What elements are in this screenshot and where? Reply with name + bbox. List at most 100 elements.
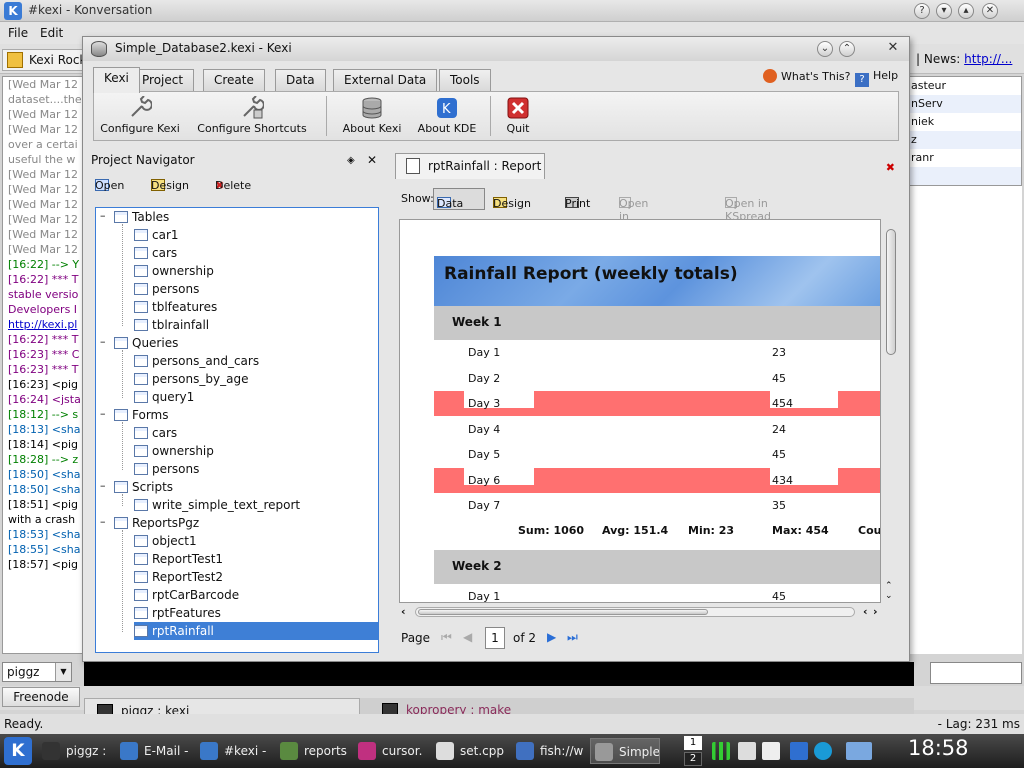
whats-this-button[interactable]: What's This? xyxy=(763,69,850,83)
vertical-scrollbar[interactable]: ⌃ ⌄ xyxy=(881,219,899,603)
tab-create[interactable]: Create xyxy=(203,69,265,91)
task-button[interactable]: #kexi - xyxy=(196,738,272,764)
tree-item[interactable]: persons xyxy=(134,460,199,478)
nick-item[interactable]: niek xyxy=(909,113,1021,131)
last-page-icon[interactable]: ⏭ xyxy=(567,630,578,645)
kde-tray-icon[interactable] xyxy=(790,742,808,760)
collapse-icon[interactable]: – xyxy=(100,335,108,348)
tree-item[interactable]: query1 xyxy=(134,388,194,406)
server-tab-freenode[interactable]: Freenode xyxy=(2,687,80,707)
scroll-up-icon[interactable]: ⌃ xyxy=(885,581,893,591)
menu-file[interactable]: File xyxy=(8,26,28,40)
desktop-2[interactable]: 2 xyxy=(684,752,702,766)
task-button[interactable]: piggz : xyxy=(38,738,114,764)
report-tab[interactable]: rptRainfall : Report xyxy=(395,153,545,179)
configure-kexi-button[interactable]: Configure Kexi xyxy=(98,96,182,140)
tree-group-reportspgz[interactable]: ReportsPgz xyxy=(114,514,199,532)
collapse-icon[interactable]: – xyxy=(100,515,108,528)
close-window-icon[interactable]: ✕ xyxy=(885,41,901,57)
desktop-1[interactable]: 1 xyxy=(684,736,702,750)
count-value: Cou xyxy=(858,524,881,537)
show-desktop-icon[interactable] xyxy=(846,742,872,760)
nick-item[interactable]: asteur xyxy=(909,77,1021,95)
collapse-icon[interactable]: – xyxy=(100,407,108,420)
tab-data[interactable]: Data xyxy=(275,69,326,91)
nick-combo[interactable]: piggz ▼ xyxy=(2,662,72,682)
system-monitor-icon[interactable] xyxy=(712,742,730,760)
tree-item[interactable]: rptRainfall xyxy=(134,622,378,640)
tree-item[interactable]: cars xyxy=(134,244,177,262)
horizontal-scrollbar[interactable]: ‹ ‹ › xyxy=(399,603,899,621)
nick-item[interactable] xyxy=(909,167,1021,185)
tree-item[interactable]: write_simple_text_report xyxy=(134,496,300,514)
tree-item[interactable]: ReportTest1 xyxy=(134,550,223,568)
tree-item[interactable]: car1 xyxy=(134,226,179,244)
channel-tab[interactable]: Kexi Rock xyxy=(2,49,94,71)
menu-edit[interactable]: Edit xyxy=(40,26,63,40)
about-kexi-button[interactable]: About Kexi xyxy=(340,96,404,140)
maximize-icon[interactable]: ▴ xyxy=(958,3,974,19)
tab-kexi[interactable]: Kexi xyxy=(93,67,140,93)
scroll-left-icon[interactable]: ‹ xyxy=(401,605,406,618)
configure-shortcuts-button[interactable]: Configure Shortcuts xyxy=(188,96,316,140)
minimize-icon[interactable]: ⌄ xyxy=(817,41,833,57)
chevron-down-icon[interactable]: ▼ xyxy=(55,663,71,681)
task-label: Simple xyxy=(619,745,660,759)
tree-item[interactable]: ownership xyxy=(134,262,214,280)
collapse-icon[interactable]: – xyxy=(100,209,108,222)
task-label: set.cpp xyxy=(460,744,504,758)
scroll-down-icon[interactable]: ⌄ xyxy=(885,591,893,601)
collapse-icon[interactable]: – xyxy=(100,479,108,492)
tree-item-label: persons_and_cars xyxy=(152,354,260,368)
minimize-icon[interactable]: ▾ xyxy=(936,3,952,19)
quit-button[interactable]: Quit xyxy=(498,96,538,140)
scroll-thumb[interactable] xyxy=(418,609,708,615)
tree-item[interactable]: rptCarBarcode xyxy=(134,586,239,604)
help-button[interactable]: ? Help xyxy=(855,69,898,87)
tab-external-data[interactable]: External Data xyxy=(333,69,438,91)
task-button[interactable]: reports xyxy=(276,738,352,764)
nick-item[interactable]: ranr xyxy=(909,149,1021,167)
help-titlebar-icon[interactable]: ? xyxy=(914,3,930,19)
input-field[interactable] xyxy=(930,662,1022,684)
first-page-icon[interactable]: ⏮ xyxy=(441,630,452,645)
scroll-right-icon[interactable]: › xyxy=(873,605,878,618)
about-kde-button[interactable]: K About KDE xyxy=(414,96,480,140)
tree-item[interactable]: object1 xyxy=(134,532,197,550)
tree-item[interactable]: persons_by_age xyxy=(134,370,248,388)
tree-item[interactable]: cars xyxy=(134,424,177,442)
maximize-icon[interactable]: ⌃ xyxy=(839,41,855,57)
tree-item[interactable]: ReportTest2 xyxy=(134,568,223,586)
clipboard-icon[interactable] xyxy=(738,742,756,760)
tree-item[interactable]: tblrainfall xyxy=(134,316,209,334)
nick-item[interactable]: z xyxy=(909,131,1021,149)
task-button[interactable]: set.cpp xyxy=(432,738,508,764)
nick-item[interactable]: nServ xyxy=(909,95,1021,113)
notes-icon[interactable] xyxy=(762,742,780,760)
tab-tools[interactable]: Tools xyxy=(439,69,491,91)
scroll-left-icon[interactable]: ‹ xyxy=(863,605,868,618)
tab-project[interactable]: Project xyxy=(131,69,195,91)
next-page-icon[interactable]: ▶ xyxy=(547,630,556,644)
close-panel-icon[interactable]: ✕ xyxy=(367,153,377,167)
close-window-icon[interactable]: ✕ xyxy=(982,3,998,19)
kde-menu-icon[interactable]: K xyxy=(4,737,32,765)
close-tab-icon[interactable]: ✖ xyxy=(886,161,895,174)
tree-item[interactable]: persons_and_cars xyxy=(134,352,259,370)
tree-item[interactable]: persons xyxy=(134,280,199,298)
chat-line: [18:53] <sha xyxy=(8,528,81,541)
task-button[interactable]: cursor. xyxy=(354,738,430,764)
pin-icon[interactable]: ◈ xyxy=(347,155,355,166)
task-button[interactable]: E-Mail - xyxy=(116,738,192,764)
tree-item[interactable]: ownership xyxy=(134,442,214,460)
previous-page-icon[interactable]: ◀ xyxy=(463,630,472,644)
task-button[interactable]: Simple xyxy=(590,738,660,764)
scroll-thumb[interactable] xyxy=(886,229,896,355)
task-button[interactable]: fish://w xyxy=(512,738,588,764)
network-icon[interactable] xyxy=(814,742,832,760)
tree-item[interactable]: tblfeatures xyxy=(134,298,217,316)
tree-item[interactable]: rptFeatures xyxy=(134,604,221,622)
page-number-input[interactable]: 1 xyxy=(485,627,505,649)
news-link[interactable]: http://... xyxy=(964,52,1012,66)
tree-group-queries[interactable]: Queries xyxy=(114,334,178,352)
